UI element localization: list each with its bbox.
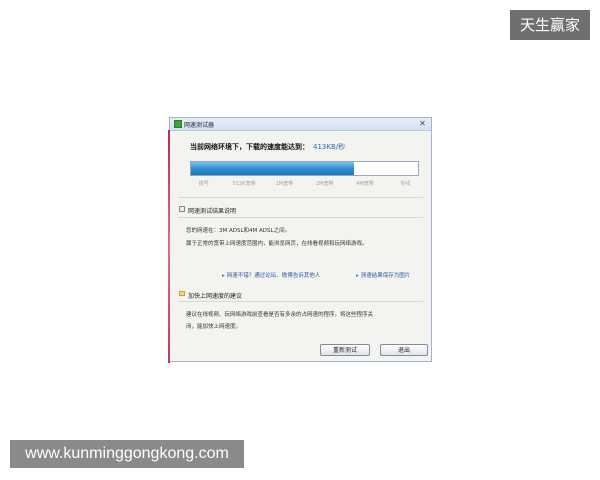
speedup-section-title: 加快上网速度的建议 <box>179 291 243 300</box>
watermark-bottom-left: www.kunminggongkong.com <box>10 440 244 468</box>
watermark-top-right: 天生赢家 <box>510 10 590 40</box>
folder-icon <box>179 291 185 296</box>
tick-label: 2M宽带 <box>315 181 334 187</box>
save-image-link-label: 测速结果保存为图片 <box>360 273 411 279</box>
arrow-right-icon: ▸ <box>222 273 225 279</box>
share-link-label: 网速不错？通过论坛、微博告诉其他人 <box>226 273 321 279</box>
speed-value: 413KB/秒 <box>313 143 346 151</box>
retest-button[interactable]: 重新测试 <box>320 344 370 356</box>
tick-label: 拨号 <box>198 181 209 187</box>
share-link[interactable]: ▸ 网速不错？通过论坛、微博告诉其他人 <box>222 271 320 279</box>
divider <box>178 301 423 302</box>
chart-icon <box>179 206 185 212</box>
tick-label: 专线 <box>400 181 411 187</box>
exit-button[interactable]: 退出 <box>380 344 428 356</box>
tick-label: 512K宽带 <box>232 181 256 187</box>
result-headline: 当前网络环境下，下载的速度能达到： 413KB/秒 <box>190 142 345 152</box>
tick-label: 4M宽带 <box>356 181 374 187</box>
close-icon[interactable]: ✕ <box>418 119 427 128</box>
speed-progress-bar <box>190 161 419 176</box>
divider <box>178 197 423 198</box>
speedup-line-1: 建议在线视频、玩网络游戏前查看是否有多余的占网速的程序，将这些程序关 <box>186 312 374 318</box>
result-line-1: 您的网速在：3M ADSL和4M ADSL之间。 <box>186 228 291 234</box>
speedup-line-2: 闭，能加快上网速度。 <box>186 324 242 330</box>
divider <box>178 217 423 218</box>
result-section-label: 网速测试结果说明 <box>188 208 237 215</box>
save-image-link[interactable]: ▸ 测速结果保存为图片 <box>356 271 410 279</box>
speedup-section-label: 加快上网速度的建议 <box>188 293 243 300</box>
result-section-title: 网速测试结果说明 <box>179 206 237 215</box>
window-title: 网速测试器 <box>184 122 215 129</box>
result-line-2: 属于正常的宽带上网速度范围内，能浏览网页，在线看视频和玩网络游戏。 <box>186 241 368 247</box>
speed-progress-fill <box>191 162 355 175</box>
background-edge <box>168 130 170 363</box>
progress-tick-labels: 拨号 512K宽带 1M宽带 2M宽带 4M宽带 专线 <box>190 180 419 188</box>
tick-label: 1M宽带 <box>275 181 294 187</box>
title-bar[interactable]: 网速测试器 ✕ <box>170 118 431 131</box>
speed-test-dialog: 网速测试器 ✕ 当前网络环境下，下载的速度能达到： 413KB/秒 拨号 512K… <box>168 117 432 363</box>
arrow-right-icon: ▸ <box>356 273 359 279</box>
app-icon <box>174 120 182 128</box>
headline-text: 当前网络环境下，下载的速度能达到： <box>190 143 309 151</box>
